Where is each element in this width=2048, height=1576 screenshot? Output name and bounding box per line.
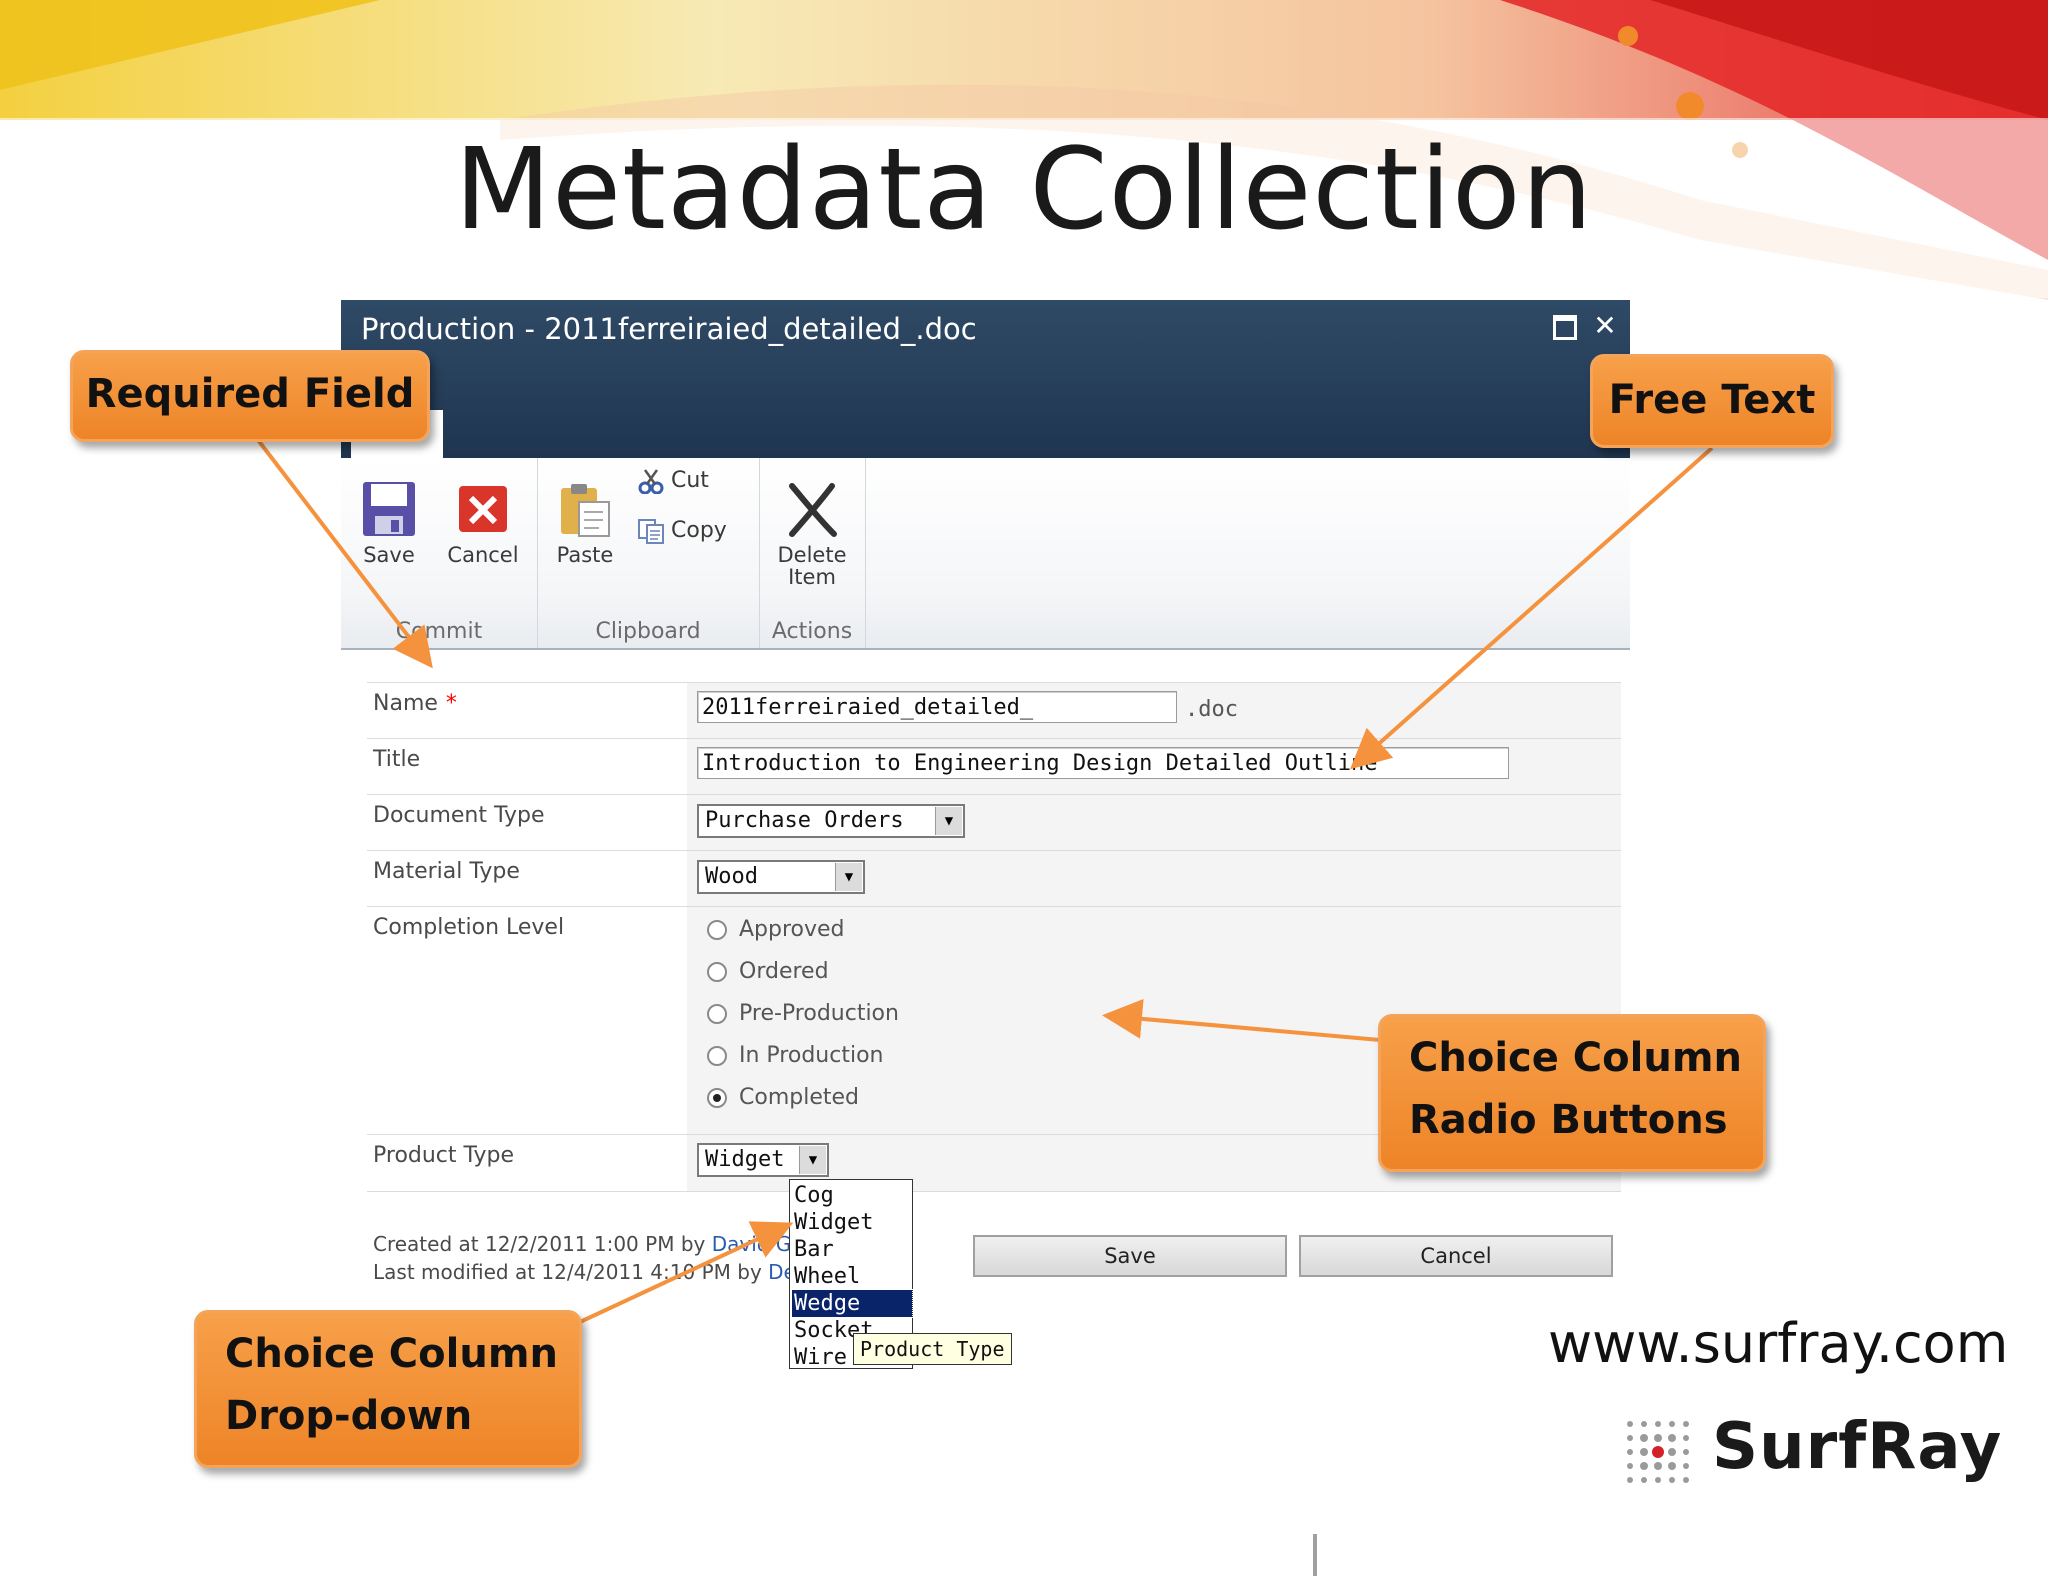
ribbon-group-clipboard: Paste Cut Copy Clipboard xyxy=(537,458,760,648)
form-cancel-button[interactable]: Cancel xyxy=(1299,1235,1613,1277)
group-label-commit: Commit xyxy=(395,619,483,644)
website-url: www.surfray.com xyxy=(1548,1312,2009,1375)
dropdown-option-bar[interactable]: Bar xyxy=(794,1236,834,1263)
radio-completed[interactable]: Completed xyxy=(707,1085,859,1110)
created-by-link[interactable]: David G xyxy=(712,1232,792,1256)
material-type-select[interactable]: Wood ▼ xyxy=(697,860,865,894)
ribbon-copy-button[interactable]: Copy xyxy=(637,518,727,544)
ribbon-cancel-button[interactable]: Cancel xyxy=(441,480,525,566)
product-type-tooltip: Product Type xyxy=(853,1333,1012,1365)
radio-in-production[interactable]: In Production xyxy=(707,1043,883,1068)
modified-info: Last modified at 12/4/2011 4:10 PM by De xyxy=(373,1260,796,1284)
title-input[interactable]: Introduction to Engineering Design Detai… xyxy=(697,747,1509,779)
product-type-label: Product Type xyxy=(373,1143,515,1168)
callout-dropdown: Choice Column Drop-down xyxy=(194,1310,582,1468)
callout-radio-buttons: Choice Column Radio Buttons xyxy=(1378,1014,1766,1172)
surfray-logo: SurfRay xyxy=(1620,1410,2003,1490)
dropdown-option-wheel[interactable]: Wheel xyxy=(794,1263,860,1290)
delete-label-line2: Item xyxy=(788,565,836,589)
form-save-button[interactable] xyxy=(1313,1534,1317,1576)
ribbon-group-commit: Save Cancel Commit xyxy=(341,458,538,648)
radio-circle-icon xyxy=(707,1046,727,1066)
dropdown-option-widget[interactable]: Widget xyxy=(794,1209,873,1236)
edit-properties-dialog: Production - 2011ferreiraied_detailed_.d… xyxy=(341,300,1630,1576)
dot-grid-logo-icon xyxy=(1627,1421,1689,1483)
name-label: Name * xyxy=(373,691,457,716)
cancel-x-icon xyxy=(455,480,511,538)
cut-label: Cut xyxy=(671,468,709,493)
callout-free-text: Free Text xyxy=(1590,354,1834,448)
copy-label: Copy xyxy=(671,518,727,543)
radio-ordered[interactable]: Ordered xyxy=(707,959,829,984)
form-row-title: Title Introduction to Engineering Design… xyxy=(367,738,1621,795)
ribbon-delete-item-button[interactable]: Delete Item xyxy=(767,480,857,588)
ribbon-toolbar: Save Cancel Commit Paste Cut Copy Clipbo… xyxy=(341,458,1630,650)
radio-circle-icon xyxy=(707,920,727,940)
logo-text: SurfRay xyxy=(1712,1410,2003,1484)
scissors-icon xyxy=(637,468,665,495)
floppy-disk-icon xyxy=(361,480,417,538)
chevron-down-icon[interactable]: ▼ xyxy=(799,1146,826,1174)
slide-title: Metadata Collection xyxy=(454,125,1594,255)
group-label-actions: Actions xyxy=(771,619,853,644)
radio-approved[interactable]: Approved xyxy=(707,917,845,942)
document-type-selected: Purchase Orders xyxy=(705,808,904,833)
ribbon-group-actions: Delete Item Actions xyxy=(759,458,866,648)
name-input[interactable]: 2011ferreiraied_detailed_ xyxy=(697,691,1177,723)
title-label: Title xyxy=(373,747,421,772)
ribbon-paste-button[interactable]: Paste xyxy=(549,480,621,566)
dropdown-option-wire[interactable]: Wire xyxy=(794,1344,847,1371)
radio-circle-icon xyxy=(707,962,727,982)
form-save-button[interactable]: Save xyxy=(973,1235,1287,1277)
document-type-value-cell: Purchase Orders ▼ xyxy=(687,795,1621,851)
form-row-material-type: Material Type Wood ▼ xyxy=(367,850,1621,907)
form-row-name: Name * 2011ferreiraied_detailed_ .doc xyxy=(367,682,1621,739)
completion-level-label: Completion Level xyxy=(373,915,565,940)
group-label-clipboard: Clipboard xyxy=(595,619,701,644)
maximize-icon[interactable] xyxy=(1551,312,1579,340)
cancel-label: Cancel xyxy=(447,543,519,567)
copy-icon xyxy=(637,518,665,544)
chevron-down-icon[interactable]: ▼ xyxy=(835,863,862,891)
dropdown-option-wedge[interactable]: Wedge xyxy=(791,1289,913,1318)
dialog-title: Production - 2011ferreiraied_detailed_.d… xyxy=(361,312,977,346)
dialog-header: Production - 2011ferreiraied_detailed_.d… xyxy=(341,300,1630,458)
material-type-label: Material Type xyxy=(373,859,520,884)
title-value-cell: Introduction to Engineering Design Detai… xyxy=(687,739,1621,795)
name-value-cell: 2011ferreiraied_detailed_ .doc xyxy=(687,683,1621,739)
created-info: Created at 12/2/2011 1:00 PM by David G xyxy=(373,1232,792,1256)
close-icon[interactable]: ✕ xyxy=(1591,312,1619,340)
ribbon-save-button[interactable]: Save xyxy=(353,480,425,566)
radio-checked-icon xyxy=(707,1088,727,1108)
form-row-document-type: Document Type Purchase Orders ▼ xyxy=(367,794,1621,851)
document-type-label: Document Type xyxy=(373,803,545,828)
product-type-select[interactable]: Widget ▼ xyxy=(697,1143,829,1177)
save-label: Save xyxy=(363,543,415,567)
ribbon-cut-button[interactable]: Cut xyxy=(637,468,709,495)
paste-label: Paste xyxy=(556,543,614,567)
radio-pre-production[interactable]: Pre-Production xyxy=(707,1001,899,1026)
delete-x-icon xyxy=(784,480,840,538)
product-type-selected: Widget xyxy=(705,1147,785,1172)
delete-label-line1: Delete xyxy=(777,543,847,567)
radio-circle-icon xyxy=(707,1004,727,1024)
dropdown-option-cog[interactable]: Cog xyxy=(794,1182,834,1209)
material-type-value-cell: Wood ▼ xyxy=(687,851,1621,907)
chevron-down-icon[interactable]: ▼ xyxy=(935,807,962,835)
material-type-selected: Wood xyxy=(705,864,758,889)
required-marker: * xyxy=(445,691,457,716)
callout-required-field: Required Field xyxy=(70,350,430,442)
document-type-select[interactable]: Purchase Orders ▼ xyxy=(697,804,965,838)
clipboard-paste-icon xyxy=(557,480,613,538)
name-suffix: .doc xyxy=(1185,697,1238,722)
